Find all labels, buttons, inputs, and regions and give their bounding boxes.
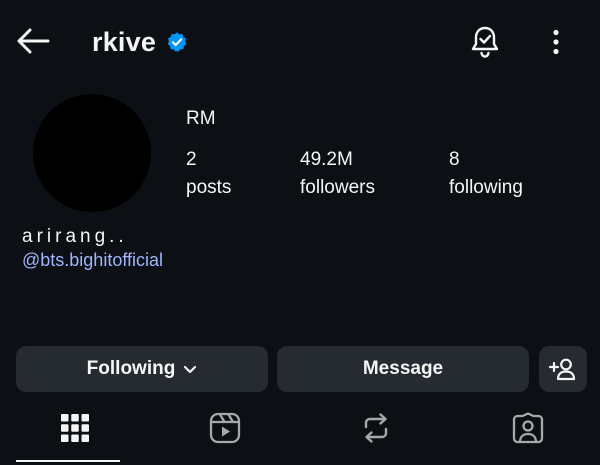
active-tab-indicator (16, 460, 120, 462)
arrow-left-icon (17, 28, 50, 54)
more-vertical-icon (553, 29, 559, 55)
posts-count-label: posts (186, 177, 232, 198)
posts-count-value: 2 (186, 149, 197, 170)
repost-icon (364, 413, 388, 443)
username: rkive (92, 26, 157, 57)
tagged-icon (512, 412, 544, 444)
bio-mention-link[interactable]: @bts.bighitofficial (22, 250, 163, 271)
back-button[interactable] (12, 22, 54, 60)
tab-posts[interactable] (40, 402, 110, 454)
followers-count[interactable]: 49.2M followers (300, 146, 375, 202)
tab-reels[interactable] (190, 402, 260, 454)
avatar[interactable] (33, 94, 151, 212)
followers-count-label: followers (300, 177, 375, 198)
verified-badge-icon (167, 32, 187, 52)
bio-text: arirang.. (22, 226, 128, 247)
chevron-down-icon (184, 365, 197, 373)
message-button-label: Message (362, 358, 444, 379)
profile-header: rkive (92, 24, 188, 60)
person-add-icon (549, 358, 576, 381)
message-button[interactable]: Message (277, 346, 529, 392)
add-user-button[interactable] (539, 346, 587, 392)
grid-icon (61, 414, 89, 442)
followers-count-value: 49.2M (300, 149, 353, 170)
following-count-label: following (449, 177, 523, 198)
reels-icon (209, 412, 241, 444)
posts-count[interactable]: 2 posts (186, 146, 231, 202)
following-count-value: 8 (449, 149, 460, 170)
following-button[interactable]: Following (16, 346, 268, 392)
bell-check-icon (471, 26, 499, 58)
more-options-button[interactable] (540, 24, 572, 60)
tab-tagged[interactable] (493, 402, 563, 454)
notifications-button[interactable] (464, 22, 506, 62)
tab-reposts[interactable] (341, 402, 411, 454)
following-button-label: Following (86, 358, 176, 379)
following-count[interactable]: 8 following (449, 146, 523, 202)
display-name: RM (186, 108, 216, 129)
